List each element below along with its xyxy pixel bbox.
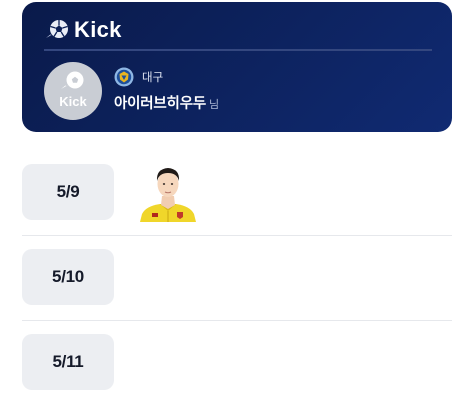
soccer-ball-icon bbox=[61, 71, 84, 89]
brand-name: Kick bbox=[74, 17, 122, 42]
team-info: 대구 bbox=[114, 66, 163, 88]
honorific-suffix: 님 bbox=[208, 98, 220, 111]
row-divider bbox=[22, 235, 452, 236]
date-button[interactable]: 5/9 bbox=[22, 164, 114, 220]
team-name: 대구 bbox=[142, 70, 164, 84]
date-label: 5/9 bbox=[56, 182, 80, 201]
soccer-ball-icon bbox=[46, 20, 68, 38]
brand-logo: Kick bbox=[44, 16, 122, 44]
header-divider bbox=[44, 49, 432, 51]
date-button[interactable]: 5/10 bbox=[22, 249, 114, 305]
date-label: 5/10 bbox=[52, 267, 84, 286]
avatar-label: Kick bbox=[59, 94, 87, 109]
greeting: 아이러브히우두 님 bbox=[114, 92, 219, 113]
username: 아이러브히우두 bbox=[114, 96, 206, 112]
player-photo[interactable] bbox=[138, 164, 198, 222]
avatar[interactable]: Kick bbox=[44, 62, 102, 120]
row-divider bbox=[22, 320, 452, 321]
team-emblem-icon bbox=[114, 67, 134, 87]
date-label: 5/11 bbox=[52, 352, 84, 371]
profile-card: Kick Kick 대구 아이러브히우두 님 bbox=[22, 2, 452, 132]
date-button[interactable]: 5/11 bbox=[22, 334, 114, 390]
